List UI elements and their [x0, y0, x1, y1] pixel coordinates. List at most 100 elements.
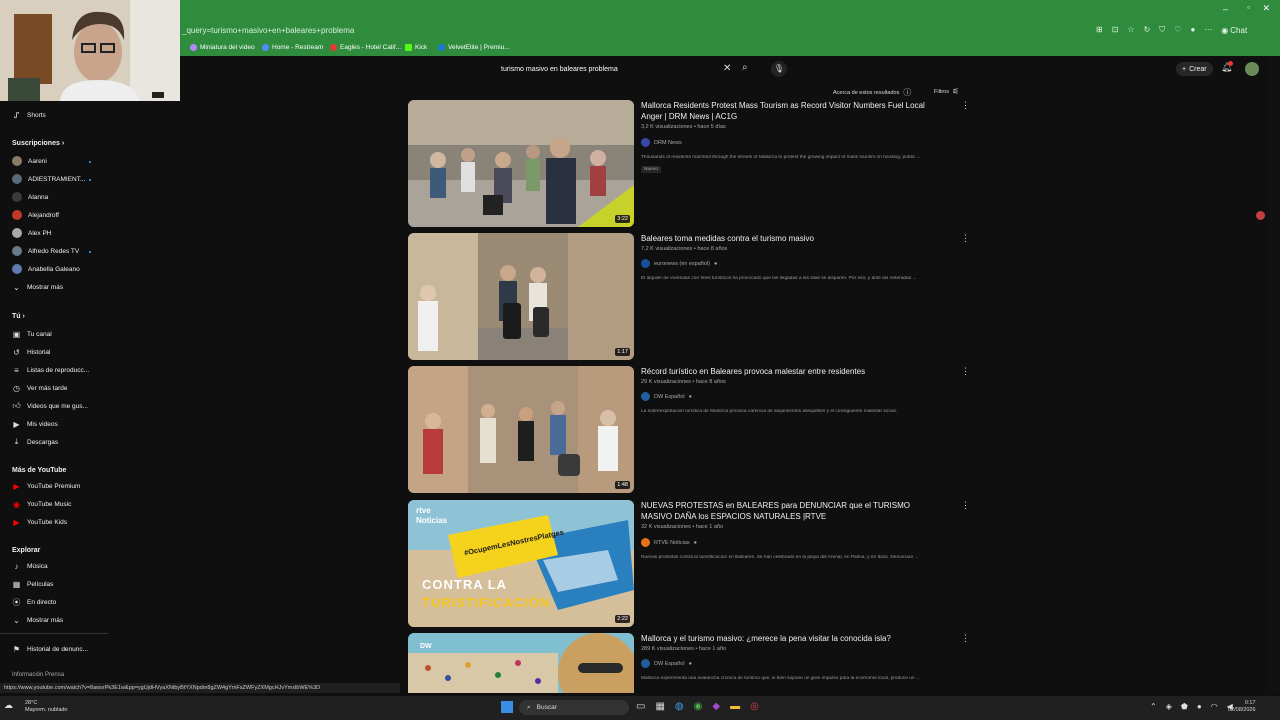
video-title[interactable]: Baleares toma medidas contra el turismo … [641, 233, 941, 244]
edge-icon[interactable]: ◍ [675, 701, 684, 712]
show-more-subscriptions[interactable]: ⌄ Mostrar más [12, 281, 63, 293]
filters-button[interactable]: Filtros ⚟ [934, 87, 959, 96]
channel-link[interactable]: DW Español ● [641, 392, 692, 401]
search-icon[interactable]: ⌕ [742, 62, 748, 73]
more-options-icon[interactable]: ⋮ [961, 233, 970, 244]
sidebar-item-downloads[interactable]: ⤓ Descargas [12, 436, 58, 448]
you-header[interactable]: Tú › [12, 313, 25, 320]
show-more-explore[interactable]: ⌄ Mostrar más [12, 614, 63, 626]
sidebar-item-my-videos[interactable]: ▶ Mis videos [12, 418, 57, 430]
tray-app-icon-3[interactable]: ● [1197, 702, 1202, 711]
address-bar[interactable]: _query=turismo+masivo+en+baleares+proble… [0, 19, 1280, 41]
sidebar-item-playlists[interactable]: ≡ Listas de reproducc... [12, 364, 89, 376]
floating-extension-icon[interactable] [1256, 211, 1265, 220]
bookmark-item[interactable]: Miniatura del video [190, 44, 255, 51]
widgets-icon[interactable]: ▦ [655, 701, 664, 712]
sidebar-item-subscription[interactable]: Alanna [12, 191, 48, 203]
video-result[interactable]: 3:22 Mallorca Residents Protest Mass Tou… [408, 100, 970, 228]
video-thumbnail[interactable]: 1:17 [408, 233, 634, 360]
clear-search-icon[interactable]: ✕ [723, 63, 731, 74]
channel-link[interactable]: DRM News [641, 138, 682, 147]
video-thumbnail[interactable]: 3:22 [408, 100, 634, 227]
tray-chevron-icon[interactable]: ⌃ [1150, 702, 1157, 711]
clock[interactable]: 0:17 02/08/2026 [1228, 700, 1256, 714]
video-result[interactable]: DW Mallorca y el turismo masivo: ¿merece… [408, 633, 968, 693]
sidebar-item-shorts[interactable]: ᔑ Shorts [12, 109, 46, 121]
app-icon-2[interactable]: ◎ [750, 701, 759, 712]
start-icon[interactable] [501, 701, 513, 713]
video-result[interactable]: rtve Noticias #OcupemLesNostresPlatges C… [408, 500, 970, 628]
bookmark-item[interactable]: Eagles - Hotel Calif... [330, 44, 401, 51]
video-thumbnail[interactable]: DW [408, 633, 634, 693]
scrollbar[interactable] [1268, 57, 1280, 693]
wifi-icon[interactable]: ◠ [1211, 702, 1218, 711]
sidebar-item-subscription[interactable]: ADIESTRAMIENT... [12, 173, 85, 185]
chat-button[interactable]: ◉ Chat [1221, 25, 1247, 35]
sidebar-item-subscription[interactable]: Aareni [12, 155, 47, 167]
video-title[interactable]: Mallorca y el turismo masivo: ¿merece la… [641, 633, 941, 644]
file-explorer-icon[interactable]: ▬ [730, 701, 740, 712]
taskbar-search[interactable]: ⌕ Buscar [519, 700, 629, 715]
video-meta: 32 K visualizaciones • hace 1 año [641, 524, 724, 530]
sidebar-item-youtube-music[interactable]: ◉ YouTube Music [12, 498, 71, 510]
more-options-icon[interactable]: ⋮ [961, 633, 968, 644]
bookmark-item[interactable]: VelvetElite | Premiu... [438, 44, 510, 51]
sidebar-item-subscription[interactable]: Alejandroff [12, 209, 59, 221]
minimize-icon[interactable]: – [1223, 4, 1228, 14]
create-button[interactable]: + Crear [1176, 62, 1213, 76]
sidebar-item-report-history[interactable]: ⚑ Historial de denunc... [12, 643, 88, 655]
bookmark-star-icon[interactable]: ☆ [1127, 25, 1134, 35]
shield-icon[interactable]: ⛉ [1159, 25, 1165, 35]
weather-widget[interactable]: 28°C Mayorm. nublado [25, 700, 68, 714]
video-result[interactable]: 1:17 Baleares toma medidas contra el tur… [408, 233, 970, 361]
sidebar-item-youtube-kids[interactable]: ▶ YouTube Kids [12, 516, 67, 528]
tray-app-icon-2[interactable]: ⬟ [1181, 702, 1188, 711]
video-thumbnail[interactable]: 1:48 [408, 366, 634, 493]
close-window-icon[interactable]: ✕ [1262, 3, 1270, 14]
video-result[interactable]: 1:48 Récord turístico en Baleares provoc… [408, 366, 970, 494]
sidebar-item-live[interactable]: ⦿ En directo [12, 596, 57, 608]
channel-link[interactable]: euronews (en español) ● [641, 259, 717, 268]
subscriptions-header[interactable]: Suscripciones › [12, 140, 64, 147]
more-options-icon[interactable]: ⋮ [961, 366, 970, 377]
menu-dots-icon[interactable]: ⋯ [1204, 25, 1212, 35]
search-box[interactable]: turismo masivo en baleares problema ✕ [494, 61, 740, 77]
refresh-icon[interactable]: ↻ [1144, 25, 1151, 35]
sidebar-item-youtube-premium[interactable]: ▶ YouTube Premium [12, 480, 80, 492]
video-title[interactable]: Récord turístico en Baleares provoca mal… [641, 366, 941, 377]
sidebar-item-your-channel[interactable]: ▣ Tu canal [12, 328, 52, 340]
video-title[interactable]: Mallorca Residents Protest Mass Tourism … [641, 100, 941, 122]
video-thumbnail[interactable]: rtve Noticias #OcupemLesNostresPlatges C… [408, 500, 634, 627]
sidebar-item-movies[interactable]: ▦ Películas [12, 578, 54, 590]
bookmark-item[interactable]: Kick [405, 44, 427, 51]
more-options-icon[interactable]: ⋮ [961, 500, 970, 511]
search-input[interactable]: turismo masivo en baleares problema [501, 66, 618, 73]
channel-link[interactable]: DW Español ● [641, 659, 692, 668]
more-options-icon[interactable]: ⋮ [961, 100, 970, 111]
sidebar-item-subscription[interactable]: Alfredo Redes TV [12, 245, 79, 257]
sidebar-item-history[interactable]: ↺ Historial [12, 346, 50, 358]
extension-icon[interactable]: ⊞ [1096, 25, 1103, 35]
heart-icon[interactable]: ♡ [1174, 25, 1181, 35]
task-view-icon[interactable]: ▭ [636, 701, 645, 712]
microphone-icon[interactable]: 🎙︎ [771, 61, 787, 77]
maximize-icon[interactable]: ▫ [1247, 3, 1250, 12]
sidebar-item-music[interactable]: ♪ Música [12, 560, 48, 572]
avatar[interactable] [1245, 62, 1259, 76]
sidebar-item-subscription[interactable]: Anabella Galeano [12, 263, 80, 275]
channel-icon: ▣ [12, 329, 21, 339]
bookmark-item[interactable]: Home - Restream [262, 44, 323, 51]
sidebar-item-watch-later[interactable]: ◷ Ver más tarde [12, 382, 67, 394]
tray-app-icon[interactable]: ◈ [1166, 702, 1172, 711]
sidebar-item-liked-videos[interactable]: 👍︎ Videos que me gus... [12, 400, 88, 412]
chrome-icon[interactable]: ◉ [694, 701, 703, 712]
about-results[interactable]: Acerca de estos resultados ⓘ [833, 87, 911, 98]
profile-icon[interactable]: ● [1190, 25, 1195, 35]
channel-link[interactable]: RTVE Noticias ● [641, 538, 697, 547]
translate-icon[interactable]: ⊡ [1112, 25, 1119, 35]
sidebar-footer[interactable]: Información Prensa [12, 672, 64, 678]
address-text[interactable]: _query=turismo+masivo+en+baleares+proble… [182, 26, 354, 35]
app-icon[interactable]: ◆ [712, 701, 720, 712]
video-title[interactable]: NUEVAS PROTESTAS en BALEARES para DENUNC… [641, 500, 941, 522]
sidebar-item-subscription[interactable]: Alex PH [12, 227, 51, 239]
